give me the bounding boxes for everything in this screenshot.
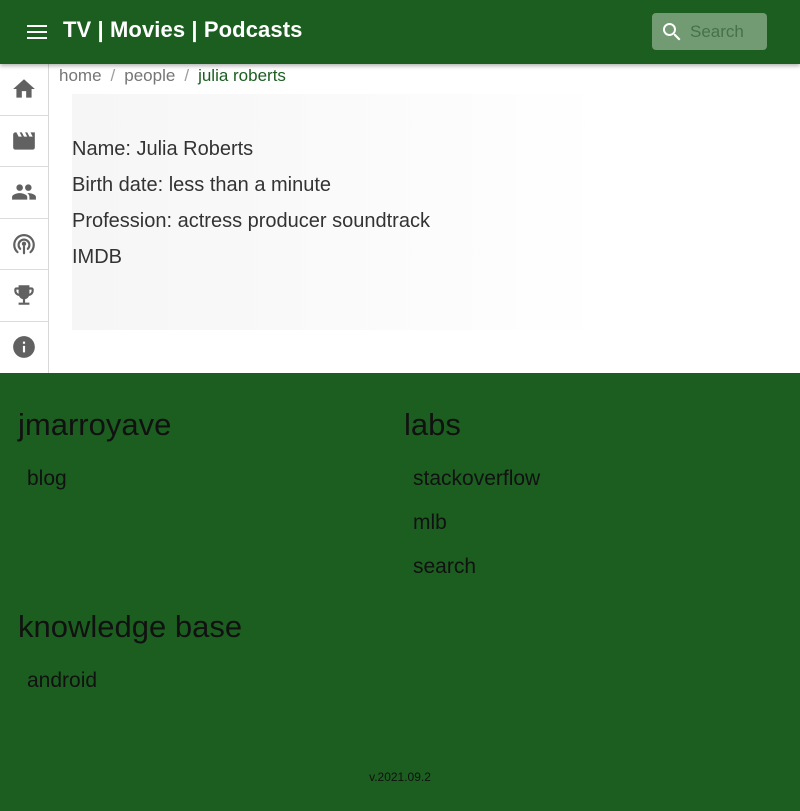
home-icon [13,79,35,98]
rail-item-podcasts[interactable] [0,219,48,270]
rail-item-home[interactable] [0,64,48,116]
breadcrumb: home / people / julia roberts [59,66,286,86]
movie-icon [13,132,35,150]
person-profession: Profession: actress producer soundtrack [72,210,430,232]
breadcrumb-separator: / [184,66,190,85]
rail-item-awards[interactable] [0,270,48,322]
footer-section-title: labs [404,407,461,442]
people-icon [12,184,36,200]
person-card: Name: Julia Roberts Birth date: less tha… [72,94,602,330]
footer-section-title: knowledge base [18,609,243,644]
menu-icon[interactable] [24,20,50,44]
imdb-link[interactable]: IMDB [72,246,122,269]
rail-item-movies[interactable] [0,116,48,167]
footer-link-blog[interactable]: blog [27,467,67,491]
rail-item-people[interactable] [0,167,48,219]
breadcrumb-people[interactable]: people [124,66,175,85]
footer-link-stackoverflow[interactable]: stackoverflow [413,467,540,491]
side-rail [0,64,49,373]
version-label: v.2021.09.2 [369,770,431,784]
app-bar: TV | Movies | Podcasts [0,0,800,64]
app-title[interactable]: TV | Movies | Podcasts [63,17,302,43]
footer-link-android[interactable]: android [27,669,97,693]
trophy-icon [14,285,34,305]
info-icon [13,336,35,359]
person-name: Name: Julia Roberts [72,138,254,160]
footer-link-search[interactable]: search [413,555,476,579]
footer-section-title: jmarroyave [18,407,172,442]
footer-link-mlb[interactable]: mlb [413,511,447,535]
search-icon [663,23,681,41]
rail-item-about[interactable] [0,322,48,374]
podcast-icon [13,233,35,255]
breadcrumb-home[interactable]: home [59,66,102,85]
footer: jmarroyave blog labs stackoverflow mlb s… [0,373,800,811]
breadcrumb-separator: / [110,66,116,85]
search-input[interactable] [690,13,762,50]
person-birth-date: Birth date: less than a minute [72,174,332,196]
breadcrumb-current: julia roberts [198,66,286,85]
search-box[interactable] [652,13,767,50]
